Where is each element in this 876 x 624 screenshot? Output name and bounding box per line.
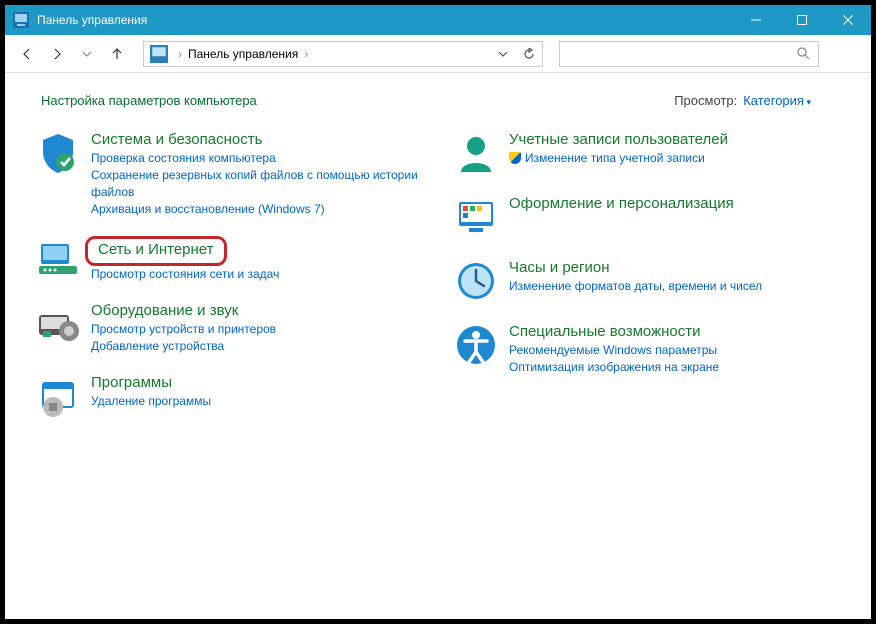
- category-link[interactable]: Изменение форматов даты, времени и чисел: [509, 278, 762, 295]
- category-system-security: Система и безопасностьПроверка состояния…: [35, 130, 423, 218]
- nav-forward-button[interactable]: [45, 42, 69, 66]
- category-link[interactable]: Оптимизация изображения на экране: [509, 359, 719, 376]
- nav-recent-button[interactable]: [75, 42, 99, 66]
- maximize-button[interactable]: [779, 5, 825, 35]
- programs-icon: [35, 373, 81, 419]
- category-link[interactable]: Удаление программы: [91, 393, 211, 410]
- navbar: › Панель управления ›: [5, 35, 871, 73]
- close-button[interactable]: [825, 5, 871, 35]
- category-link[interactable]: Сохранение резервных копий файлов с помо…: [91, 167, 423, 201]
- category-network-internet: Сеть и ИнтернетПросмотр состояния сети и…: [35, 236, 423, 283]
- category-title[interactable]: Оформление и персонализация: [509, 194, 734, 214]
- address-dropdown-button[interactable]: [490, 49, 516, 59]
- breadcrumb-root[interactable]: Панель управления: [186, 47, 300, 61]
- category-title[interactable]: Система и безопасность: [91, 130, 262, 150]
- view-label: Просмотр:: [674, 93, 737, 108]
- category-title[interactable]: Часы и регион: [509, 258, 610, 278]
- category-appearance: Оформление и персонализация: [453, 194, 841, 240]
- search-input[interactable]: [559, 41, 819, 67]
- nav-back-button[interactable]: [15, 42, 39, 66]
- category-ease-of-access: Специальные возможностиРекомендуемые Win…: [453, 322, 841, 376]
- category-link[interactable]: Проверка состояния компьютера: [91, 150, 423, 167]
- system-security-icon: [35, 130, 81, 176]
- window: Панель управления › Панель управления › …: [5, 5, 871, 619]
- minimize-button[interactable]: [733, 5, 779, 35]
- appearance-icon: [453, 194, 499, 240]
- page-title: Настройка параметров компьютера: [41, 93, 257, 108]
- content-area: Настройка параметров компьютера Просмотр…: [5, 73, 871, 619]
- content-header: Настройка параметров компьютера Просмотр…: [35, 93, 841, 108]
- chevron-right-icon: ›: [300, 47, 312, 61]
- category-title[interactable]: Специальные возможности: [509, 322, 701, 342]
- category-title[interactable]: Учетные записи пользователей: [509, 130, 728, 150]
- control-panel-icon: [13, 12, 29, 28]
- category-title[interactable]: Оборудование и звук: [91, 301, 238, 321]
- ease-of-access-icon: [453, 322, 499, 368]
- network-internet-icon: [35, 236, 81, 282]
- nav-up-button[interactable]: [105, 42, 129, 66]
- category-link[interactable]: Просмотр состояния сети и задач: [91, 266, 279, 283]
- user-accounts-icon: [453, 130, 499, 176]
- clock-region-icon: [453, 258, 499, 304]
- window-title: Панель управления: [37, 13, 147, 27]
- category-link[interactable]: Архивация и восстановление (Windows 7): [91, 201, 423, 218]
- category-clock-region: Часы и регионИзменение форматов даты, вр…: [453, 258, 841, 304]
- category-programs: ПрограммыУдаление программы: [35, 373, 423, 419]
- category-link[interactable]: Изменение типа учетной записи: [509, 150, 728, 167]
- chevron-right-icon: ›: [174, 47, 186, 61]
- view-dropdown[interactable]: Категория: [743, 93, 811, 108]
- category-hardware-sound: Оборудование и звукПросмотр устройств и …: [35, 301, 423, 355]
- category-title[interactable]: Сеть и Интернет: [85, 236, 227, 266]
- left-column: Система и безопасностьПроверка состояния…: [35, 130, 423, 437]
- titlebar: Панель управления: [5, 5, 871, 35]
- refresh-button[interactable]: [516, 48, 542, 60]
- hardware-sound-icon: [35, 301, 81, 347]
- category-title[interactable]: Программы: [91, 373, 172, 393]
- category-link[interactable]: Просмотр устройств и принтеров: [91, 321, 276, 338]
- category-user-accounts: Учетные записи пользователейИзменение ти…: [453, 130, 841, 176]
- search-icon: [797, 47, 810, 60]
- control-panel-icon: [150, 45, 168, 63]
- category-link[interactable]: Рекомендуемые Windows параметры: [509, 342, 719, 359]
- right-column: Учетные записи пользователейИзменение ти…: [453, 130, 841, 437]
- category-link[interactable]: Добавление устройства: [91, 338, 276, 355]
- address-bar[interactable]: › Панель управления ›: [143, 41, 543, 67]
